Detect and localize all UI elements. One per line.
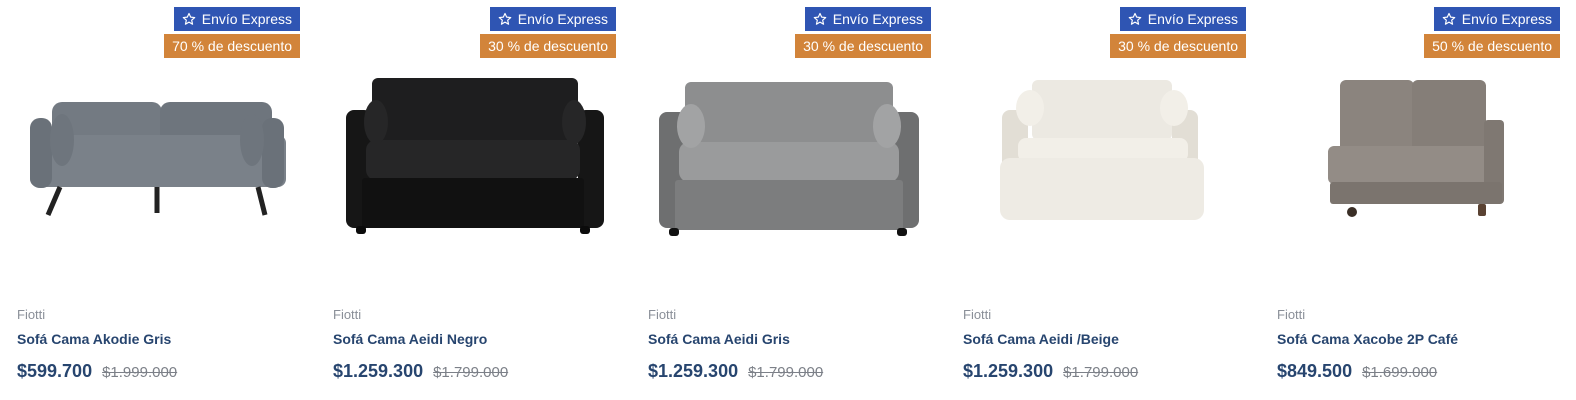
price-row: $849.500 $1.699.000 [1277,361,1437,382]
discount-badge: 30 % de descuento [480,34,616,58]
original-price: $1.799.000 [433,364,509,381]
sofa-image[interactable] [316,60,616,280]
star-icon [1128,12,1142,25]
discount-badge: 70 % de descuento [164,34,300,58]
original-price: $1.799.000 [748,364,824,381]
product-brand: Fiotti [1277,307,1306,322]
express-label: Envío Express [832,11,923,27]
star-icon [813,12,827,25]
product-brand: Fiotti [17,307,46,322]
star-icon [1442,12,1456,25]
product-image-area[interactable]: Envío Express 70 % de descuento [0,0,300,296]
sofa-image[interactable] [631,60,931,280]
product-card[interactable]: Envío Express 50 % de descuento Fiotti S… [1260,0,1560,400]
product-image-area[interactable]: Envío Express 30 % de descuento [316,0,616,296]
express-label: Envío Express [1147,11,1238,27]
express-label: Envío Express [201,11,292,27]
price-row: $599.700 $1.999.000 [17,361,177,382]
product-brand: Fiotti [648,307,677,322]
product-title-link[interactable]: Sofá Cama Akodie Gris [17,331,171,347]
product-grid: Envío Express 70 % de descuento Fiotti S… [0,0,1576,400]
express-badge: Envío Express [489,7,616,31]
sale-price: $1.259.300 [963,361,1054,381]
star-icon [498,12,512,25]
express-badge: Envío Express [1119,7,1246,31]
sale-price: $1.259.300 [648,361,739,381]
express-badge: Envío Express [1433,7,1560,31]
original-price: $1.799.000 [1063,364,1139,381]
product-image-area[interactable]: Envío Express 30 % de descuento [631,0,931,296]
product-title-link[interactable]: Sofá Cama Aeidi Negro [333,331,487,347]
product-brand: Fiotti [333,307,362,322]
express-badge: Envío Express [173,7,300,31]
express-label: Envío Express [1461,11,1552,27]
product-brand: Fiotti [963,307,992,322]
original-price: $1.999.000 [102,364,178,381]
discount-badge: 50 % de descuento [1424,34,1560,58]
product-card[interactable]: Envío Express 30 % de descuento Fiotti S… [316,0,616,400]
original-price: $1.699.000 [1362,364,1438,381]
product-title-link[interactable]: Sofá Cama Xacobe 2P Café [1277,331,1458,347]
discount-badge: 30 % de descuento [795,34,931,58]
sale-price: $1.259.300 [333,361,424,381]
product-card[interactable]: Envío Express 70 % de descuento Fiotti S… [0,0,300,400]
star-icon [182,12,196,25]
product-card[interactable]: Envío Express 30 % de descuento Fiotti S… [631,0,931,400]
sale-price: $599.700 [17,361,93,381]
sale-price: $849.500 [1277,361,1353,381]
product-image-area[interactable]: Envío Express 50 % de descuento [1260,0,1560,296]
express-label: Envío Express [517,11,608,27]
sofa-image[interactable] [0,60,300,280]
product-card[interactable]: Envío Express 30 % de descuento Fiotti S… [946,0,1246,400]
price-row: $1.259.300 $1.799.000 [648,361,823,382]
discount-badge: 30 % de descuento [1110,34,1246,58]
product-title-link[interactable]: Sofá Cama Aeidi Gris [648,331,790,347]
price-row: $1.259.300 $1.799.000 [963,361,1138,382]
price-row: $1.259.300 $1.799.000 [333,361,508,382]
product-title-link[interactable]: Sofá Cama Aeidi /Beige [963,331,1119,347]
express-badge: Envío Express [804,7,931,31]
sofa-image[interactable] [1260,60,1560,280]
sofa-image[interactable] [946,60,1246,280]
product-image-area[interactable]: Envío Express 30 % de descuento [946,0,1246,296]
